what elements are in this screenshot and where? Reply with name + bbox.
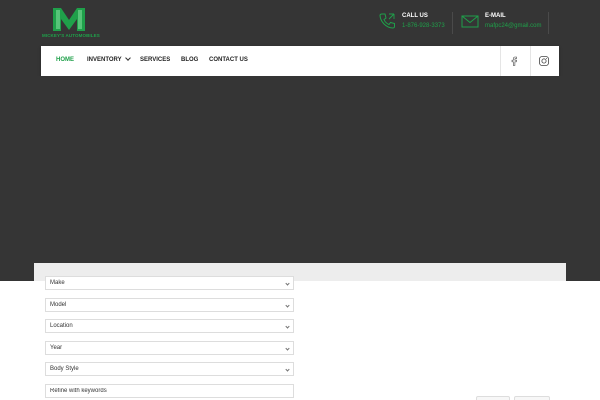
chevron-down-icon: [285, 367, 290, 372]
location-select[interactable]: Location: [45, 319, 294, 333]
make-select-label: Make: [50, 280, 65, 286]
email-label: E-MAIL: [485, 13, 506, 19]
model-select-label: Model: [50, 302, 67, 308]
chevron-down-icon: [285, 303, 290, 308]
nav-services-label: SERVICES: [140, 57, 171, 63]
model-select[interactable]: Model: [45, 298, 294, 312]
email-address[interactable]: mafpc24@gmail.com: [485, 23, 541, 29]
nav-inventory[interactable]: INVENTORY: [87, 55, 131, 63]
envelope-icon: [461, 15, 479, 28]
instagram-icon[interactable]: [538, 55, 550, 67]
main-navigation: HOME INVENTORY SERVICES BLOG CONTACT US: [41, 46, 559, 76]
keyword-field[interactable]: [45, 384, 294, 398]
chevron-down-icon: [285, 281, 290, 286]
chevron-down-icon: [285, 324, 290, 329]
hero-section: [0, 76, 600, 263]
site-logo[interactable]: MICKEY'S AUTOMOBILES: [42, 6, 100, 40]
nav-divider: [500, 46, 501, 76]
year-select-label: Year: [50, 345, 63, 351]
panel-button[interactable]: [476, 396, 510, 400]
nav-home[interactable]: HOME: [56, 57, 74, 63]
nav-divider: [530, 46, 531, 76]
keyword-input[interactable]: [50, 388, 290, 394]
chevron-down-icon: [124, 55, 131, 61]
nav-blog[interactable]: BLOG: [181, 57, 198, 63]
location-select-label: Location: [50, 323, 73, 329]
call-us-label: CALL US: [402, 13, 428, 19]
contact-divider: [452, 12, 453, 34]
email-block[interactable]: E-MAIL mafpc24@gmail.com: [461, 10, 551, 36]
nav-contact-us[interactable]: CONTACT US: [209, 57, 248, 63]
body-style-select-label: Body Style: [50, 366, 79, 372]
nav-home-label: HOME: [56, 57, 74, 63]
chevron-down-icon: [285, 346, 290, 351]
nav-inventory-label: INVENTORY: [87, 57, 122, 63]
year-select[interactable]: Year: [45, 341, 294, 355]
facebook-icon[interactable]: [508, 55, 520, 67]
make-select[interactable]: Make: [45, 276, 294, 290]
top-header: MICKEY'S AUTOMOBILES CALL US 1-876-928-3…: [0, 0, 600, 46]
body-style-select[interactable]: Body Style: [45, 362, 294, 376]
call-us-block[interactable]: CALL US 1-876-928-3373: [378, 10, 448, 36]
phone-number[interactable]: 1-876-928-3373: [402, 23, 445, 29]
nav-contact-label: CONTACT US: [209, 57, 248, 63]
logo-text: MICKEY'S AUTOMOBILES: [42, 33, 100, 38]
phone-icon: [379, 13, 395, 29]
nav-blog-label: BLOG: [181, 57, 199, 63]
contact-divider: [548, 12, 549, 34]
panel-button[interactable]: [514, 396, 550, 400]
nav-services[interactable]: SERVICES: [140, 57, 170, 63]
logo-mark-icon: [53, 8, 85, 31]
